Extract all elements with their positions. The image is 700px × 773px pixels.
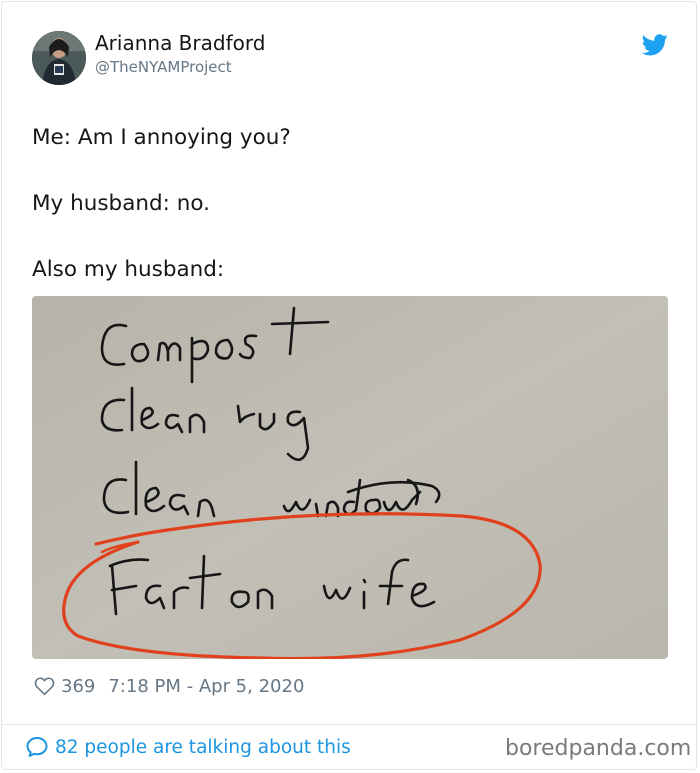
tweet-text-line-1: Me: Am I annoying you?	[32, 125, 291, 150]
tweet-meta: 369 7:18 PM - Apr 5, 2020	[34, 674, 304, 698]
like-count[interactable]: 369	[61, 676, 95, 697]
avatar-photo	[32, 31, 86, 85]
boredpanda-watermark: boredpanda.com	[505, 736, 692, 761]
tweet-text-line-3: Also my husband:	[32, 257, 225, 282]
handwritten-note-image	[32, 296, 668, 659]
conversation-text: 82 people are talking about this	[55, 736, 351, 758]
tweet-photo[interactable]	[32, 296, 668, 659]
speech-bubble-icon	[26, 737, 48, 757]
conversation-link[interactable]: 82 people are talking about this	[25, 735, 351, 759]
author-name[interactable]: Arianna Bradford	[95, 31, 265, 55]
twitter-bird-icon[interactable]	[642, 34, 668, 56]
heart-outline-icon[interactable]	[34, 676, 55, 696]
avatar[interactable]	[32, 31, 86, 85]
tweet-text-line-2: My husband: no.	[32, 191, 210, 216]
divider	[1, 724, 697, 725]
author-handle[interactable]: @TheNYAMProject	[95, 58, 232, 76]
tweet-timestamp[interactable]: 7:18 PM - Apr 5, 2020	[108, 676, 304, 697]
